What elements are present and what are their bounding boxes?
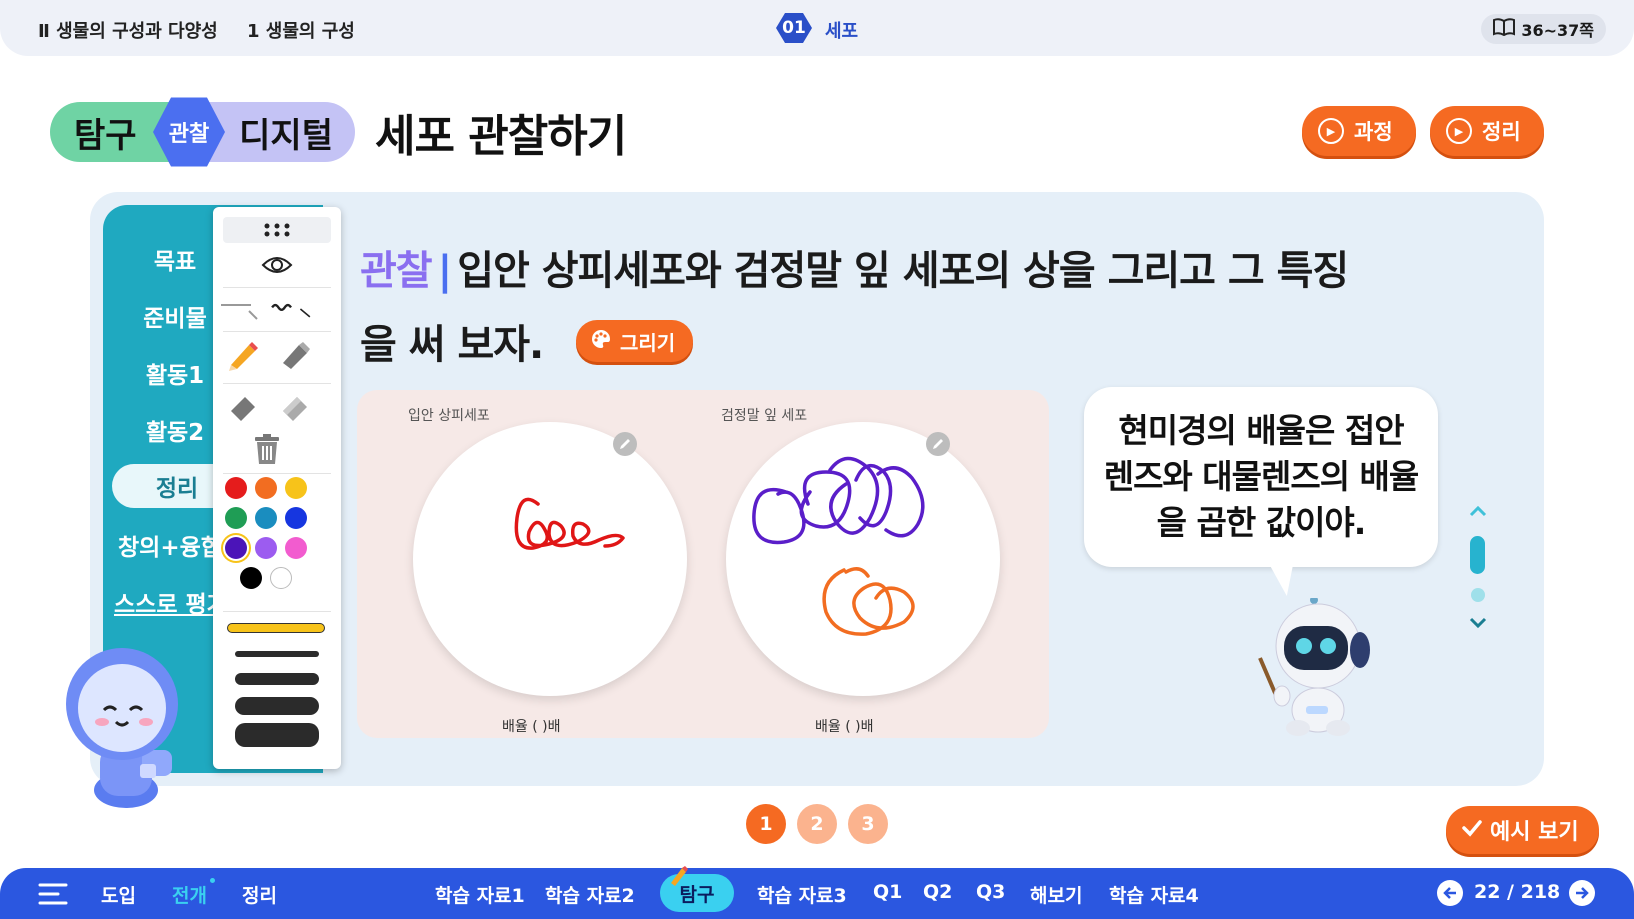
robot-character xyxy=(1258,596,1382,736)
page-title: 세포 관찰하기 xyxy=(375,111,627,162)
left-magnification: 배율 ( )배 xyxy=(502,719,561,735)
color-swatch[interactable] xyxy=(285,477,307,499)
color-swatch[interactable] xyxy=(240,567,262,589)
menu-development[interactable]: 전개 xyxy=(172,881,207,908)
next-page-icon[interactable] xyxy=(1569,880,1595,906)
color-swatch[interactable] xyxy=(225,537,247,559)
color-swatch[interactable] xyxy=(255,537,277,559)
tab-material4[interactable]: 학습 자료4 xyxy=(1109,881,1199,908)
scroll-track-dot xyxy=(1471,588,1485,602)
textbook-page-ref[interactable]: 36~37쪽 xyxy=(1481,14,1606,44)
top-bar xyxy=(0,0,1634,56)
draw-button[interactable]: 그리기 xyxy=(576,320,694,362)
question-label: 관찰 xyxy=(360,248,433,294)
process-label: 과정 xyxy=(1354,120,1393,144)
pencil-icon xyxy=(668,864,690,890)
eye-icon[interactable] xyxy=(255,247,299,283)
page-dot-1[interactable]: 1 xyxy=(746,804,786,844)
left-drawing-canvas[interactable] xyxy=(413,422,687,696)
color-swatch[interactable] xyxy=(225,507,247,529)
menu-icon[interactable] xyxy=(38,882,68,906)
drag-handle-icon[interactable] xyxy=(223,217,331,243)
question-text1: 입안 상피세포와 검정말 잎 세포의 상을 그리고 그 특징 xyxy=(457,248,1349,294)
menu-intro[interactable]: 도입 xyxy=(101,881,136,908)
thickness-2[interactable] xyxy=(235,673,319,685)
mascot-character xyxy=(56,640,196,810)
question-line2: 을 써 보자. xyxy=(360,322,544,368)
nav-item-self-eval[interactable]: 스스로 평가 xyxy=(114,585,228,619)
color-swatch[interactable] xyxy=(285,507,307,529)
page-dot-2[interactable]: 2 xyxy=(797,804,837,844)
scroll-thumb[interactable] xyxy=(1470,536,1485,574)
color-swatch[interactable] xyxy=(225,477,247,499)
thickness-selected[interactable] xyxy=(227,623,325,633)
color-swatch[interactable] xyxy=(255,477,277,499)
tab-tryit[interactable]: 해보기 xyxy=(1030,881,1082,908)
toolbox-divider xyxy=(223,473,331,474)
example-button[interactable]: 예시 보기 xyxy=(1446,806,1599,854)
palette-icon xyxy=(590,328,612,355)
color-swatch[interactable] xyxy=(270,567,292,589)
right-drawing-canvas[interactable] xyxy=(726,422,1000,696)
breadcrumb-unit: Ⅱ 생물의 구성과 다양성 xyxy=(38,21,218,42)
prev-page-icon[interactable] xyxy=(1437,880,1463,906)
pencil-edit-icon[interactable] xyxy=(613,432,637,456)
drawing-toolbox xyxy=(213,207,341,769)
active-dot xyxy=(210,878,215,883)
color-swatch[interactable] xyxy=(285,537,307,559)
pencil-icon[interactable] xyxy=(221,337,265,373)
summary-label: 정리 xyxy=(1482,120,1521,144)
right-sketch xyxy=(752,456,925,636)
trash-icon[interactable] xyxy=(245,431,289,467)
toolbox-divider xyxy=(223,383,331,384)
thickness-1[interactable] xyxy=(235,651,319,657)
unit-title: 세포 xyxy=(825,21,859,42)
highlighter-icon[interactable] xyxy=(273,337,317,373)
toolbox-divider xyxy=(223,611,331,612)
speech-bubble-text: 현미경의 배율은 접안 렌즈와 대물렌즈의 배율을 곱한 값이야. xyxy=(1103,411,1420,542)
tab-material3[interactable]: 학습 자료3 xyxy=(757,881,847,908)
breadcrumb-chapter: 1 생물의 구성 xyxy=(247,21,355,42)
question-line1: 관찰 | 입안 상피세포와 검정말 잎 세포의 상을 그리고 그 특징 xyxy=(360,238,1349,296)
toolbox-divider xyxy=(223,331,331,332)
left-sketch xyxy=(514,497,625,550)
area-eraser-icon[interactable] xyxy=(273,389,317,425)
tab-material1[interactable]: 학습 자료1 xyxy=(435,881,525,908)
question-bar: | xyxy=(437,248,453,294)
right-magnification: 배율 ( )배 xyxy=(815,719,874,735)
thickness-4[interactable] xyxy=(235,723,319,747)
nav-item-creative[interactable]: 창의+융합 xyxy=(118,528,222,562)
page-ref-text: 36~37쪽 xyxy=(1521,21,1594,40)
process-button[interactable]: ▶ 과정 xyxy=(1302,106,1416,156)
speech-bubble: 현미경의 배율은 접안 렌즈와 대물렌즈의 배율을 곱한 값이야. xyxy=(1084,387,1438,567)
tab-q2[interactable]: Q2 xyxy=(923,881,952,903)
pencil-edit-icon[interactable] xyxy=(926,432,950,456)
tab-material2[interactable]: 학습 자료2 xyxy=(545,881,635,908)
page-dot-3[interactable]: 3 xyxy=(848,804,888,844)
straight-line-icon[interactable] xyxy=(217,291,261,327)
menu-summary[interactable]: 정리 xyxy=(242,881,277,908)
tab-q1[interactable]: Q1 xyxy=(873,881,902,903)
tab-q3[interactable]: Q3 xyxy=(976,881,1005,903)
play-icon: ▶ xyxy=(1318,118,1344,144)
scroll-down-icon[interactable] xyxy=(1468,614,1488,635)
example-button-label: 예시 보기 xyxy=(1490,820,1579,845)
check-icon xyxy=(1462,818,1482,843)
draw-button-label: 그리기 xyxy=(620,330,676,355)
summary-button[interactable]: ▶ 정리 xyxy=(1430,106,1544,156)
scroll-up-icon[interactable] xyxy=(1468,502,1488,523)
page-counter: 22 / 218 xyxy=(1474,881,1561,903)
eraser-icon[interactable] xyxy=(221,389,265,425)
play-icon: ▶ xyxy=(1446,118,1472,144)
book-icon xyxy=(1493,18,1516,40)
toolbox-divider xyxy=(223,287,331,288)
color-swatch[interactable] xyxy=(255,507,277,529)
curve-line-icon[interactable] xyxy=(269,291,313,327)
thickness-3[interactable] xyxy=(235,697,319,715)
